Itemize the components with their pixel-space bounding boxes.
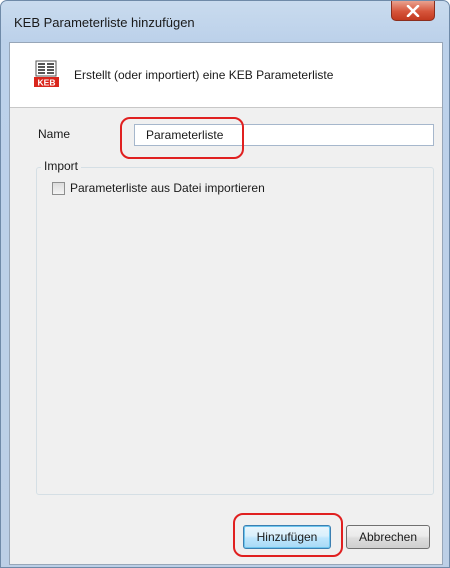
- import-checkbox[interactable]: [52, 182, 65, 195]
- import-checkbox-label[interactable]: Parameterliste aus Datei importieren: [70, 181, 265, 195]
- window-title: KEB Parameterliste hinzufügen: [14, 15, 195, 30]
- name-input[interactable]: [134, 124, 434, 146]
- keb-logo-icon: KEB: [33, 60, 61, 88]
- cancel-button[interactable]: Abbrechen: [346, 525, 430, 549]
- dialog-window: KEB Parameterliste hinzufügen KEB Erstel…: [0, 0, 450, 568]
- dialog-header: KEB Erstellt (oder importiert) eine KEB …: [10, 43, 442, 108]
- close-button[interactable]: [391, 1, 435, 21]
- import-group: [36, 167, 434, 495]
- close-icon: [406, 4, 420, 17]
- dialog-description: Erstellt (oder importiert) eine KEB Para…: [74, 68, 334, 82]
- keb-logo-text: KEB: [38, 78, 56, 88]
- name-label: Name: [38, 127, 71, 141]
- add-button[interactable]: Hinzufügen: [243, 525, 331, 549]
- import-group-label: Import: [41, 159, 82, 173]
- dialog-body: KEB Erstellt (oder importiert) eine KEB …: [9, 42, 443, 565]
